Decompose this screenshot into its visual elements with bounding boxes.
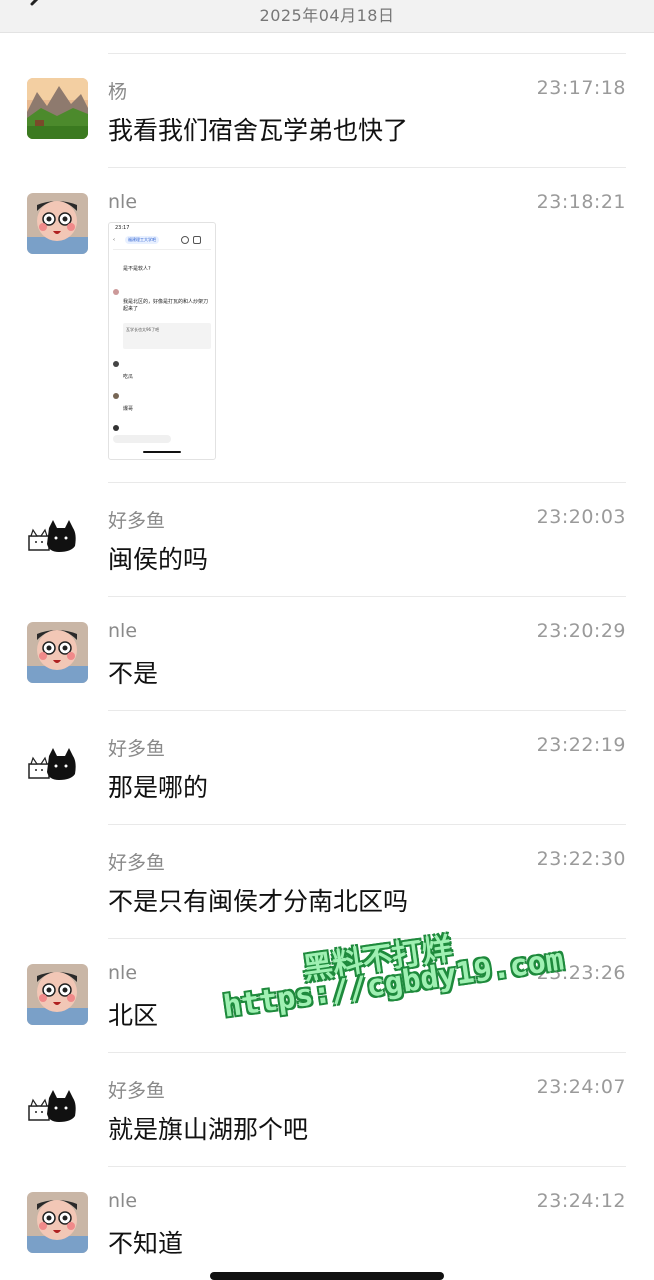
thumb-line: 吃瓜 [123,374,134,380]
message-time: 23:17:18 [536,77,626,99]
message-text[interactable]: 闽侯的吗 [108,540,208,576]
divider [108,824,626,825]
message-time: 23:22:30 [536,848,626,870]
thumb-user-avatar [113,289,119,295]
sender-name: 好多鱼 [108,852,166,874]
message-text[interactable]: 就是旗山湖那个吧 [108,1110,308,1146]
avatar-cartoon[interactable] [27,964,88,1025]
message-text[interactable]: 北区 [108,996,158,1032]
sender-name: nle [108,962,138,984]
thumb-line: 我是北区的，好像是打瓦的和人炒架刀起来了 [123,299,209,312]
message-text[interactable]: 不是 [108,654,158,690]
message-time: 23:24:12 [536,1190,626,1212]
message-time: 23:20:03 [536,506,626,528]
message-text[interactable]: 不知道 [108,1224,183,1260]
top-bar: 2025年04月18日 [0,0,654,33]
screenshot-image[interactable]: 23:17 ‹ 福建理工大学吧 是不是软人? 我是北区的，好像是打瓦的和人炒架刀… [108,222,216,460]
divider [108,482,626,483]
avatar-cat[interactable] [27,508,88,569]
thumb-user-avatar [113,361,119,367]
divider [108,1166,626,1167]
sender-name: 好多鱼 [108,738,166,760]
home-indicator [210,1272,444,1280]
sender-name: nle [108,191,138,213]
divider [108,596,626,597]
avatar-cat[interactable] [27,1078,88,1139]
message-time: 23:18:21 [536,191,626,213]
thumb-user-avatar [113,425,119,431]
sender-name: nle [108,1190,138,1212]
divider [108,710,626,711]
message-text[interactable]: 那是哪的 [108,768,208,804]
date-title: 2025年04月18日 [259,6,395,25]
message-time: 23:20:29 [536,620,626,642]
thumb-edit-icon [193,236,201,244]
thumb-user-avatar [113,393,119,399]
avatar-landscape[interactable] [27,78,88,139]
message-time: 23:24:07 [536,1076,626,1098]
thumb-line: 爆哥 [123,406,134,412]
divider [108,53,626,54]
message-time: 23:22:19 [536,734,626,756]
sender-name: nle [108,620,138,642]
thumb-search-icon [181,236,189,244]
thumb-home-indicator [143,451,181,453]
avatar-cartoon[interactable] [27,622,88,683]
message-text[interactable]: 不是只有闽侯才分南北区吗 [108,882,408,918]
avatar-cartoon[interactable] [27,193,88,254]
divider [108,167,626,168]
thumb-line: 是不是软人? [123,266,151,272]
thumb-group-name: 福建理工大学吧 [125,236,159,244]
avatar-cat[interactable] [27,736,88,797]
thumb-divider [113,249,211,250]
message-text[interactable]: 我看我们宿舍瓦学弟也快了 [108,111,408,147]
thumb-input-box [113,435,171,443]
divider [108,1052,626,1053]
thumb-status-time: 23:17 [115,225,130,231]
sender-name: 杨 [108,81,128,103]
sender-name: 好多鱼 [108,510,166,532]
thumb-back-icon: ‹ [113,237,115,243]
avatar-cartoon[interactable] [27,1192,88,1253]
sender-name: 好多鱼 [108,1080,166,1102]
thumb-line: 瓦学长也太96了吧 [126,327,160,332]
